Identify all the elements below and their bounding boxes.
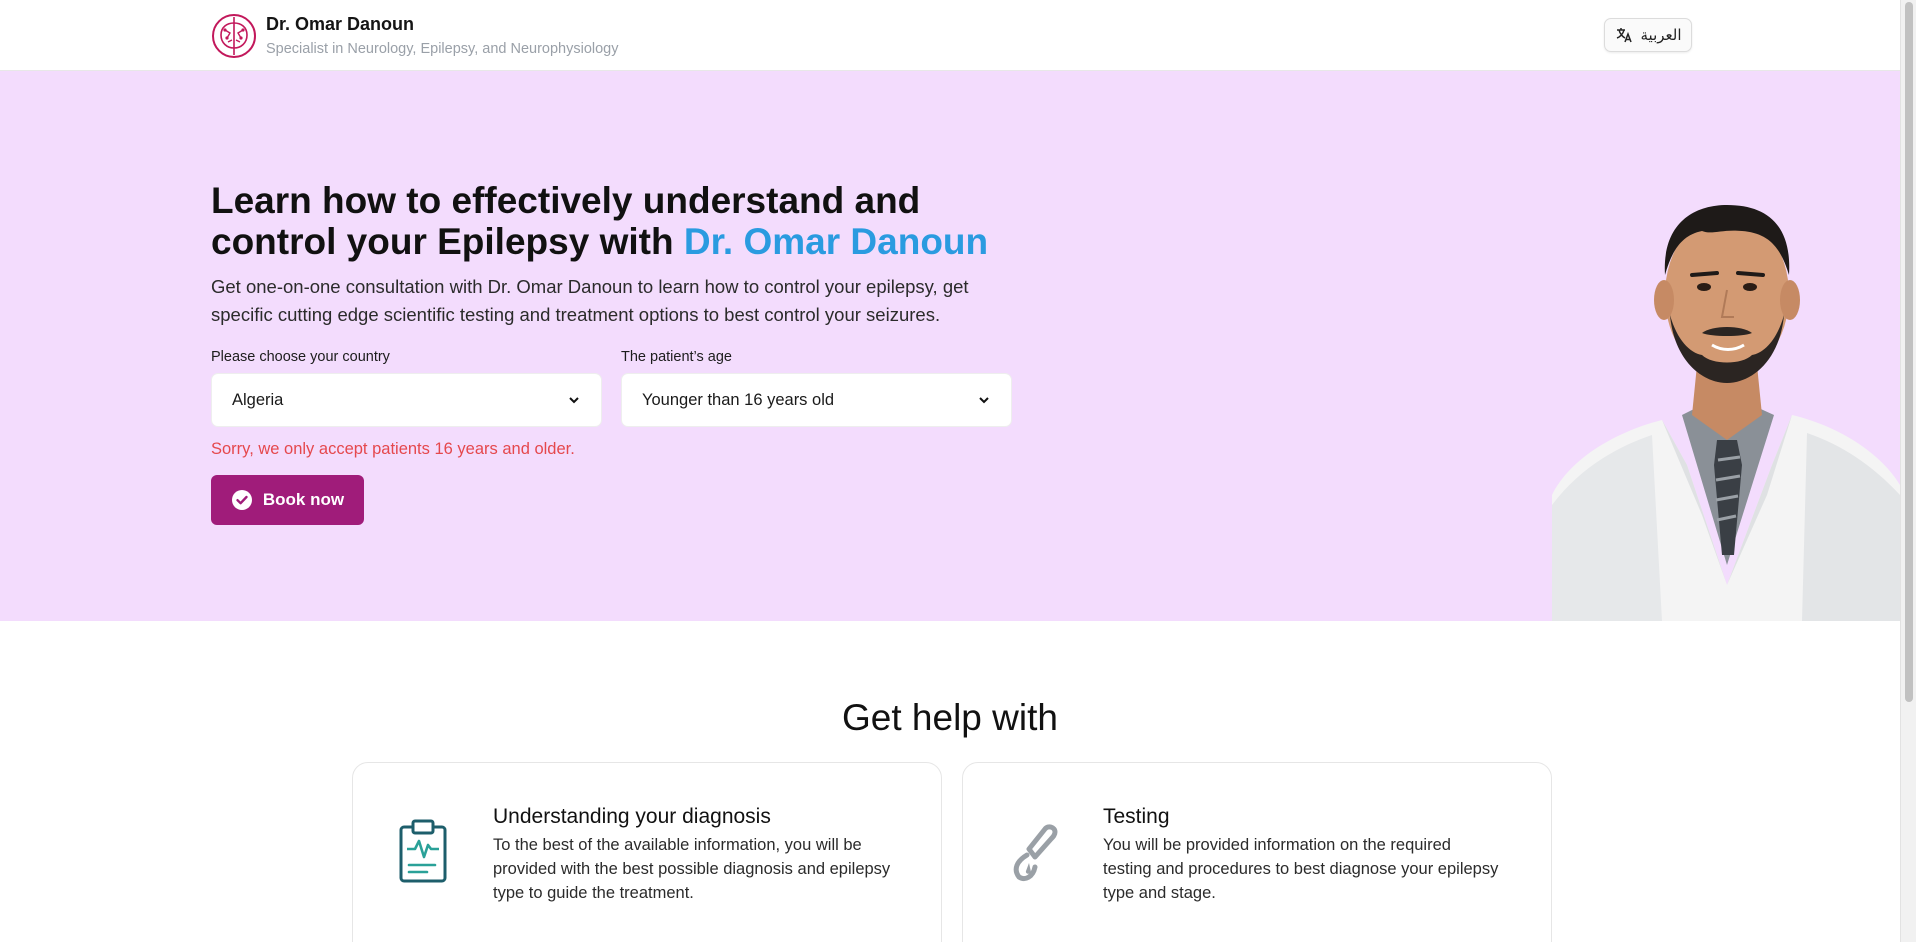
hero-title: Learn how to effectively understand and … (211, 180, 989, 262)
translate-icon (1616, 28, 1632, 43)
check-circle-icon (231, 490, 252, 510)
brand-name: Dr. Omar Danoun (266, 14, 415, 34)
help-section-title: Get help with (842, 697, 1058, 738)
book-now-label: Book now (262, 490, 345, 509)
country-select[interactable]: Algeria (211, 373, 602, 427)
language-label: العربية (1640, 27, 1682, 44)
chevron-down-icon (569, 397, 579, 404)
page-scrollbar[interactable] (1900, 0, 1916, 942)
brand[interactable]: Dr. Omar Danoun Specialist in Neurology,… (211, 13, 619, 59)
hero-section: Learn how to effectively understand and … (0, 71, 1900, 621)
country-label: Please choose your country (211, 349, 390, 365)
chevron-down-icon (979, 397, 989, 404)
help-card-text: You will be provided information on the … (1103, 836, 1499, 902)
age-label: The patient’s age (621, 349, 732, 365)
help-card-testing: Testing You will be provided information… (962, 762, 1552, 942)
language-toggle-button[interactable]: العربية (1604, 18, 1692, 52)
help-card-title: Understanding your diagnosis (493, 805, 771, 828)
age-select-value: Younger than 16 years old (642, 390, 835, 409)
brain-logo-icon (212, 14, 256, 58)
scrollbar-thumb[interactable] (1905, 2, 1913, 702)
help-card-diagnosis: Understanding your diagnosis To the best… (352, 762, 942, 942)
help-card-title: Testing (1103, 805, 1170, 828)
age-error-message: Sorry, we only accept patients 16 years … (211, 440, 575, 458)
hero-title-doctor-name: Dr. Omar Danoun (683, 221, 989, 262)
hero-description: Get one-on-one consultation with Dr. Oma… (211, 276, 969, 325)
clipboard-pulse-icon (399, 819, 447, 883)
site-header: Dr. Omar Danoun Specialist in Neurology,… (0, 0, 1900, 71)
book-now-button[interactable]: Book now (211, 475, 364, 525)
test-dropper-icon (1013, 824, 1058, 882)
help-card-text: To the best of the available information… (493, 836, 891, 902)
age-select[interactable]: Younger than 16 years old (621, 373, 1012, 427)
doctor-portrait (1552, 205, 1900, 621)
brand-subtitle: Specialist in Neurology, Epilepsy, and N… (266, 41, 619, 57)
country-select-value: Algeria (232, 390, 284, 409)
